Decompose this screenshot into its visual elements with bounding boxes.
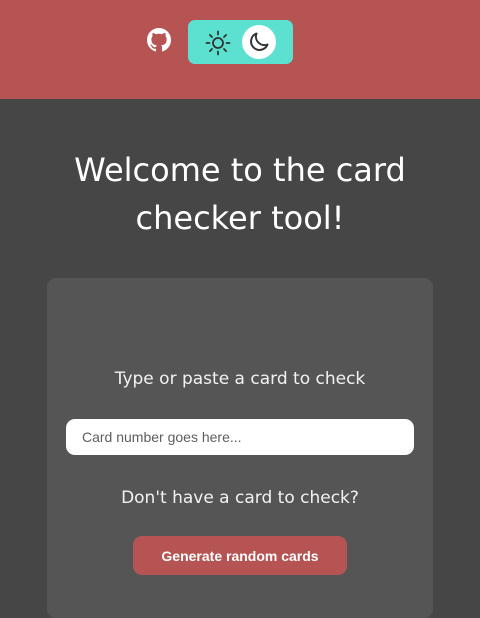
generate-random-cards-button[interactable]: Generate random cards (133, 536, 347, 575)
check-prompt: Type or paste a card to check (114, 369, 366, 389)
theme-toggle[interactable] (188, 20, 293, 64)
card-check-panel: Type or paste a card to check Don't have… (47, 278, 433, 618)
page-title: Welcome to the card checker tool! (74, 151, 406, 237)
github-icon (147, 28, 171, 52)
no-card-prompt: Don't have a card to check? (121, 488, 359, 508)
moon-icon (250, 32, 269, 51)
dark-mode-knob[interactable] (242, 25, 276, 59)
header (0, 0, 480, 99)
github-link[interactable] (147, 28, 171, 52)
card-number-input[interactable] (66, 419, 414, 455)
sun-icon[interactable] (204, 29, 232, 57)
